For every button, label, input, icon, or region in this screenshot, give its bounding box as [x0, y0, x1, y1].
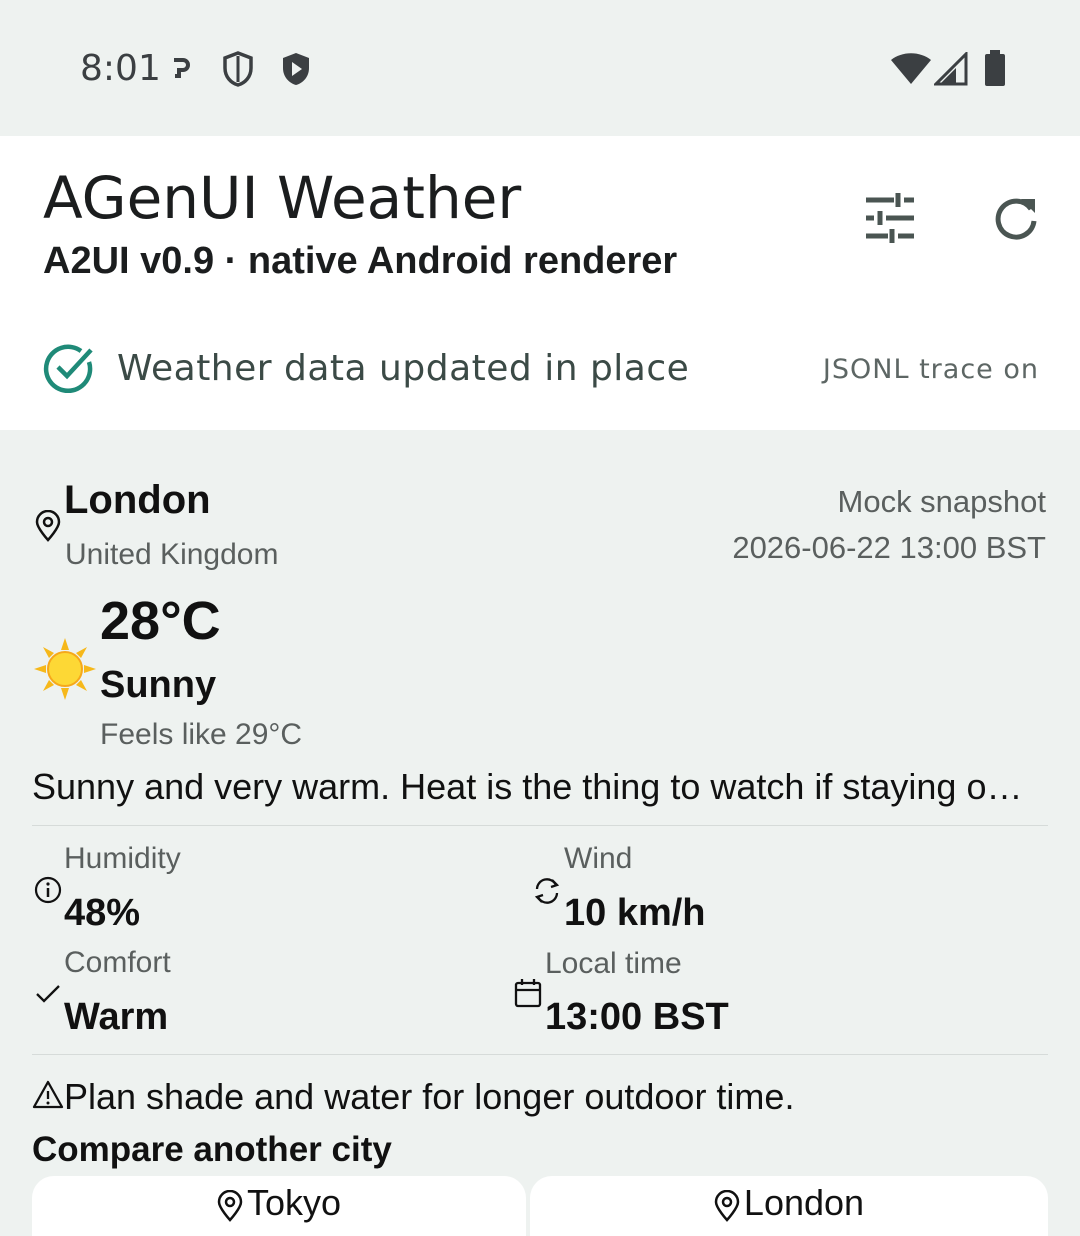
- play-shield-icon: [283, 53, 309, 85]
- comfort-label: Comfort: [64, 946, 171, 979]
- location-pin-icon: [217, 1190, 243, 1222]
- divider: [32, 825, 1048, 826]
- wifi-icon: [891, 53, 931, 84]
- compare-city-button-tokyo[interactable]: Tokyo: [32, 1176, 526, 1236]
- app-title: AGenUI Weather: [43, 164, 522, 232]
- snapshot-label: Mock snapshot: [837, 484, 1047, 519]
- comfort-value: Warm: [64, 996, 169, 1038]
- app-subtitle: A2UI v0.9 · native Android renderer: [43, 240, 678, 282]
- shield-icon: [223, 51, 253, 87]
- tune-icon: [866, 193, 914, 243]
- compare-city-label: Tokyo: [246, 1182, 342, 1223]
- sun-icon: [34, 638, 96, 700]
- trace-label: JSONL trace on: [822, 354, 1039, 385]
- status-time: 8:01: [80, 48, 161, 89]
- weather-card: London United Kingdom Mock snapshot 2026…: [0, 430, 1080, 1236]
- warning-icon: [32, 1080, 64, 1109]
- app-header: AGenUI Weather A2UI v0.9 · native Androi…: [0, 136, 1080, 430]
- status-bar: 8:01: [0, 0, 1080, 136]
- local-time-value: 13:00 BST: [545, 996, 729, 1038]
- divider: [32, 1054, 1048, 1055]
- battery-icon: [985, 50, 1005, 86]
- wind-label: Wind: [564, 842, 633, 875]
- check-icon: [36, 985, 60, 1003]
- feels-like: Feels like 29°C: [100, 718, 303, 751]
- compare-title: Compare another city: [32, 1130, 392, 1169]
- compare-city-label: London: [743, 1182, 865, 1223]
- location-pin-icon: [35, 510, 61, 542]
- signal-icon: [934, 52, 968, 86]
- humidity-label: Humidity: [64, 842, 181, 875]
- city-name: London: [64, 478, 211, 522]
- country-name: United Kingdom: [65, 538, 279, 571]
- update-status: Weather data updated in place JSONL trac…: [43, 342, 1039, 396]
- condition: Sunny: [100, 664, 217, 706]
- refresh-button[interactable]: [976, 178, 1056, 258]
- weather-summary: Sunny and very warm. Heat is the thing t…: [32, 766, 1042, 807]
- info-icon: [34, 876, 62, 904]
- compare-city-button-london[interactable]: London: [530, 1176, 1048, 1236]
- refresh-icon: [995, 198, 1037, 240]
- advice-text: Plan shade and water for longer outdoor …: [64, 1076, 795, 1117]
- local-time-label: Local time: [545, 947, 682, 980]
- sync-icon: [534, 878, 560, 904]
- temperature: 28°C: [100, 591, 221, 651]
- status-message: Weather data updated in place: [117, 348, 690, 389]
- wind-value: 10 km/h: [564, 892, 706, 934]
- snapshot-time: 2026-06-22 13:00 BST: [732, 530, 1046, 565]
- key-icon: [174, 58, 190, 78]
- tune-button[interactable]: [850, 178, 930, 258]
- calendar-icon: [514, 979, 542, 1008]
- location-pin-icon: [714, 1190, 740, 1222]
- humidity-value: 48%: [64, 892, 141, 934]
- check-circle-icon: [43, 344, 93, 394]
